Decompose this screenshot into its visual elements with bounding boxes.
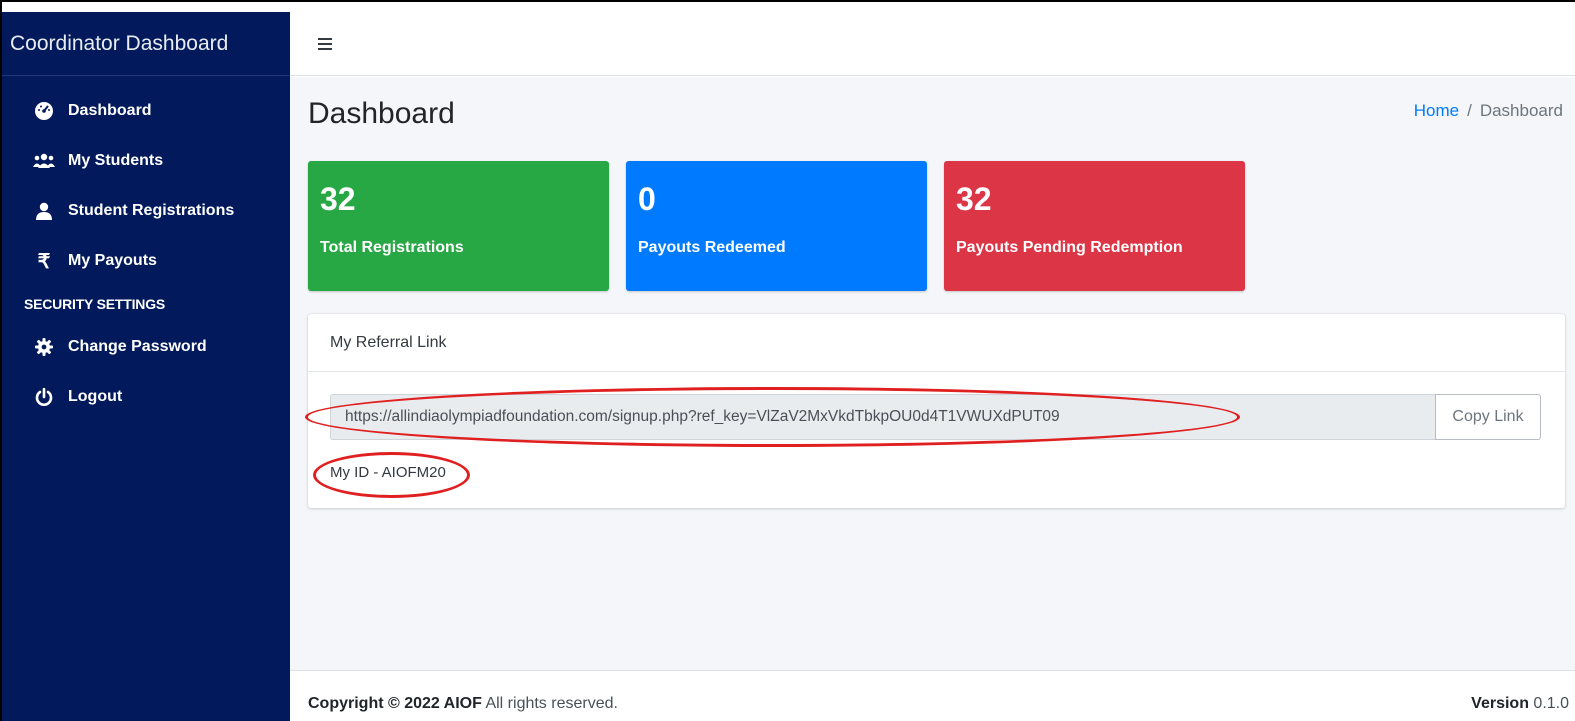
breadcrumb-home-link[interactable]: Home <box>1414 101 1459 120</box>
sidebar-item-label: My Students <box>68 152 164 169</box>
top-navbar <box>290 12 1575 76</box>
footer-version: Version 0.1.0 <box>1471 695 1569 713</box>
stat-box-payouts-pending[interactable]: 32 Payouts Pending Redemption <box>944 161 1245 291</box>
hamburger-icon[interactable] <box>318 37 332 50</box>
breadcrumb-separator: / <box>1467 101 1472 120</box>
gear-icon <box>32 337 56 357</box>
stat-value: 32 <box>320 181 356 217</box>
footer-copyright: Copyright © 2022 AIOF All rights reserve… <box>308 695 618 713</box>
page-title: Dashboard <box>308 97 455 130</box>
main-content: Dashboard Home / Dashboard 32 Total Regist… <box>290 77 1575 670</box>
referral-input-group: Copy Link <box>330 394 1541 440</box>
stat-box-payouts-redeemed[interactable]: 0 Payouts Redeemed <box>626 161 927 291</box>
sidebar-item-logout[interactable]: Logout <box>2 372 290 422</box>
my-id-text: My ID - AIOFM20 <box>330 464 446 481</box>
sidebar-item-label: Change Password <box>68 338 207 355</box>
power-icon <box>32 387 56 407</box>
referral-link-input[interactable] <box>330 394 1435 440</box>
sidebar-item-student-registrations[interactable]: Student Registrations <box>2 186 290 236</box>
stat-label: Payouts Redeemed <box>638 239 786 256</box>
footer-version-label: Version <box>1471 695 1529 712</box>
referral-card-title: My Referral Link <box>308 314 1565 372</box>
sidebar: Coordinator Dashboard Dashboard My Stude… <box>2 12 290 721</box>
sidebar-item-label: Dashboard <box>68 102 152 119</box>
tachometer-icon <box>32 101 56 121</box>
security-nav: Change Password Logout <box>2 322 290 422</box>
sidebar-item-change-password[interactable]: Change Password <box>2 322 290 372</box>
stat-value: 32 <box>956 181 992 217</box>
sidebar-item-dashboard[interactable]: Dashboard <box>2 86 290 136</box>
stat-label: Payouts Pending Redemption <box>956 239 1183 256</box>
sidebar-item-label: My Payouts <box>68 252 157 269</box>
sidebar-nav: Dashboard My Students Student Registrati… <box>2 76 290 286</box>
footer-copyright-bold: Copyright © 2022 AIOF <box>308 695 482 712</box>
copy-link-button[interactable]: Copy Link <box>1435 394 1541 440</box>
stat-value: 0 <box>638 181 656 217</box>
stat-box-total-registrations[interactable]: 32 Total Registrations <box>308 161 609 291</box>
stat-label: Total Registrations <box>320 239 464 256</box>
sidebar-item-label: Student Registrations <box>68 202 235 219</box>
breadcrumb-current: Dashboard <box>1479 101 1563 120</box>
footer-version-value: 0.1.0 <box>1528 695 1569 712</box>
breadcrumb: Home / Dashboard <box>1414 101 1563 121</box>
referral-card: My Referral Link Copy Link My ID - AIOFM… <box>308 314 1565 508</box>
rupee-icon: ₹ <box>37 250 51 273</box>
sidebar-item-label: Logout <box>68 388 123 405</box>
brand-title[interactable]: Coordinator Dashboard <box>2 12 290 76</box>
user-icon <box>32 201 56 221</box>
sidebar-item-my-payouts[interactable]: ₹ My Payouts <box>2 236 290 286</box>
sidebar-item-my-students[interactable]: My Students <box>2 136 290 186</box>
security-settings-header: SECURITY SETTINGS <box>24 296 166 312</box>
footer: Copyright © 2022 AIOF All rights reserve… <box>290 670 1575 721</box>
users-icon <box>32 151 56 171</box>
footer-copyright-rest: All rights reserved. <box>481 695 618 712</box>
